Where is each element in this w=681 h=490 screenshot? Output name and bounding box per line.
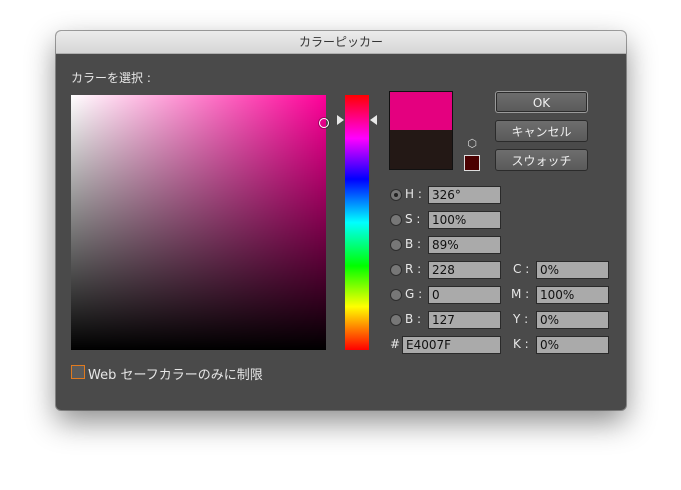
select-color-label: カラーを選択 : [71, 71, 151, 85]
r-label: R : [405, 262, 422, 276]
s-input[interactable]: 100% [428, 211, 501, 229]
k-label: K : [513, 337, 529, 351]
blue-label: B : [405, 312, 422, 326]
c-label: C : [513, 262, 530, 276]
color-field-marker[interactable] [319, 118, 329, 128]
new-color-swatch [389, 91, 453, 130]
radio-b[interactable] [390, 239, 402, 251]
cube-icon[interactable]: ⬡ [466, 138, 478, 150]
blue-input[interactable]: 127 [428, 311, 501, 329]
saturation-brightness-field[interactable] [71, 95, 326, 350]
web-safe-label: Web セーフカラーのみに制限 [88, 368, 263, 383]
current-color-swatch[interactable] [389, 130, 453, 170]
hue-slider-handle-left[interactable] [337, 115, 344, 125]
radio-h[interactable] [390, 189, 402, 201]
ok-button[interactable]: OK [495, 91, 588, 113]
y-label: Y : [513, 312, 529, 326]
g-input[interactable]: 0 [428, 286, 501, 304]
m-label: M : [511, 287, 530, 301]
radio-r[interactable] [390, 264, 402, 276]
radio-s[interactable] [390, 214, 402, 226]
c-input[interactable]: 0% [536, 261, 609, 279]
b-input[interactable]: 89% [428, 236, 501, 254]
radio-g[interactable] [390, 289, 402, 301]
swatches-button[interactable]: スウォッチ [495, 149, 588, 171]
b-label: B : [405, 237, 422, 251]
hex-label: # [390, 337, 401, 351]
color-picker-window: カラーピッカー カラーを選択 : ⬡ OK キャンセル スウォッチ H : 32… [56, 31, 626, 410]
hue-slider-handle-right[interactable] [370, 115, 377, 125]
cancel-button[interactable]: キャンセル [495, 120, 588, 142]
g-label: G : [405, 287, 423, 301]
gamut-warning-swatch[interactable] [464, 155, 480, 171]
r-input[interactable]: 228 [428, 261, 501, 279]
window-title: カラーピッカー [56, 31, 626, 54]
k-input[interactable]: 0% [536, 336, 609, 354]
y-input[interactable]: 0% [536, 311, 609, 329]
web-safe-checkbox[interactable] [71, 365, 85, 379]
hex-input[interactable]: E4007F [402, 336, 501, 354]
hue-slider[interactable] [345, 95, 369, 350]
radio-blue[interactable] [390, 314, 402, 326]
h-label: H : [405, 187, 422, 201]
h-input[interactable]: 326° [428, 186, 501, 204]
s-label: S : [405, 212, 421, 226]
m-input[interactable]: 100% [536, 286, 609, 304]
